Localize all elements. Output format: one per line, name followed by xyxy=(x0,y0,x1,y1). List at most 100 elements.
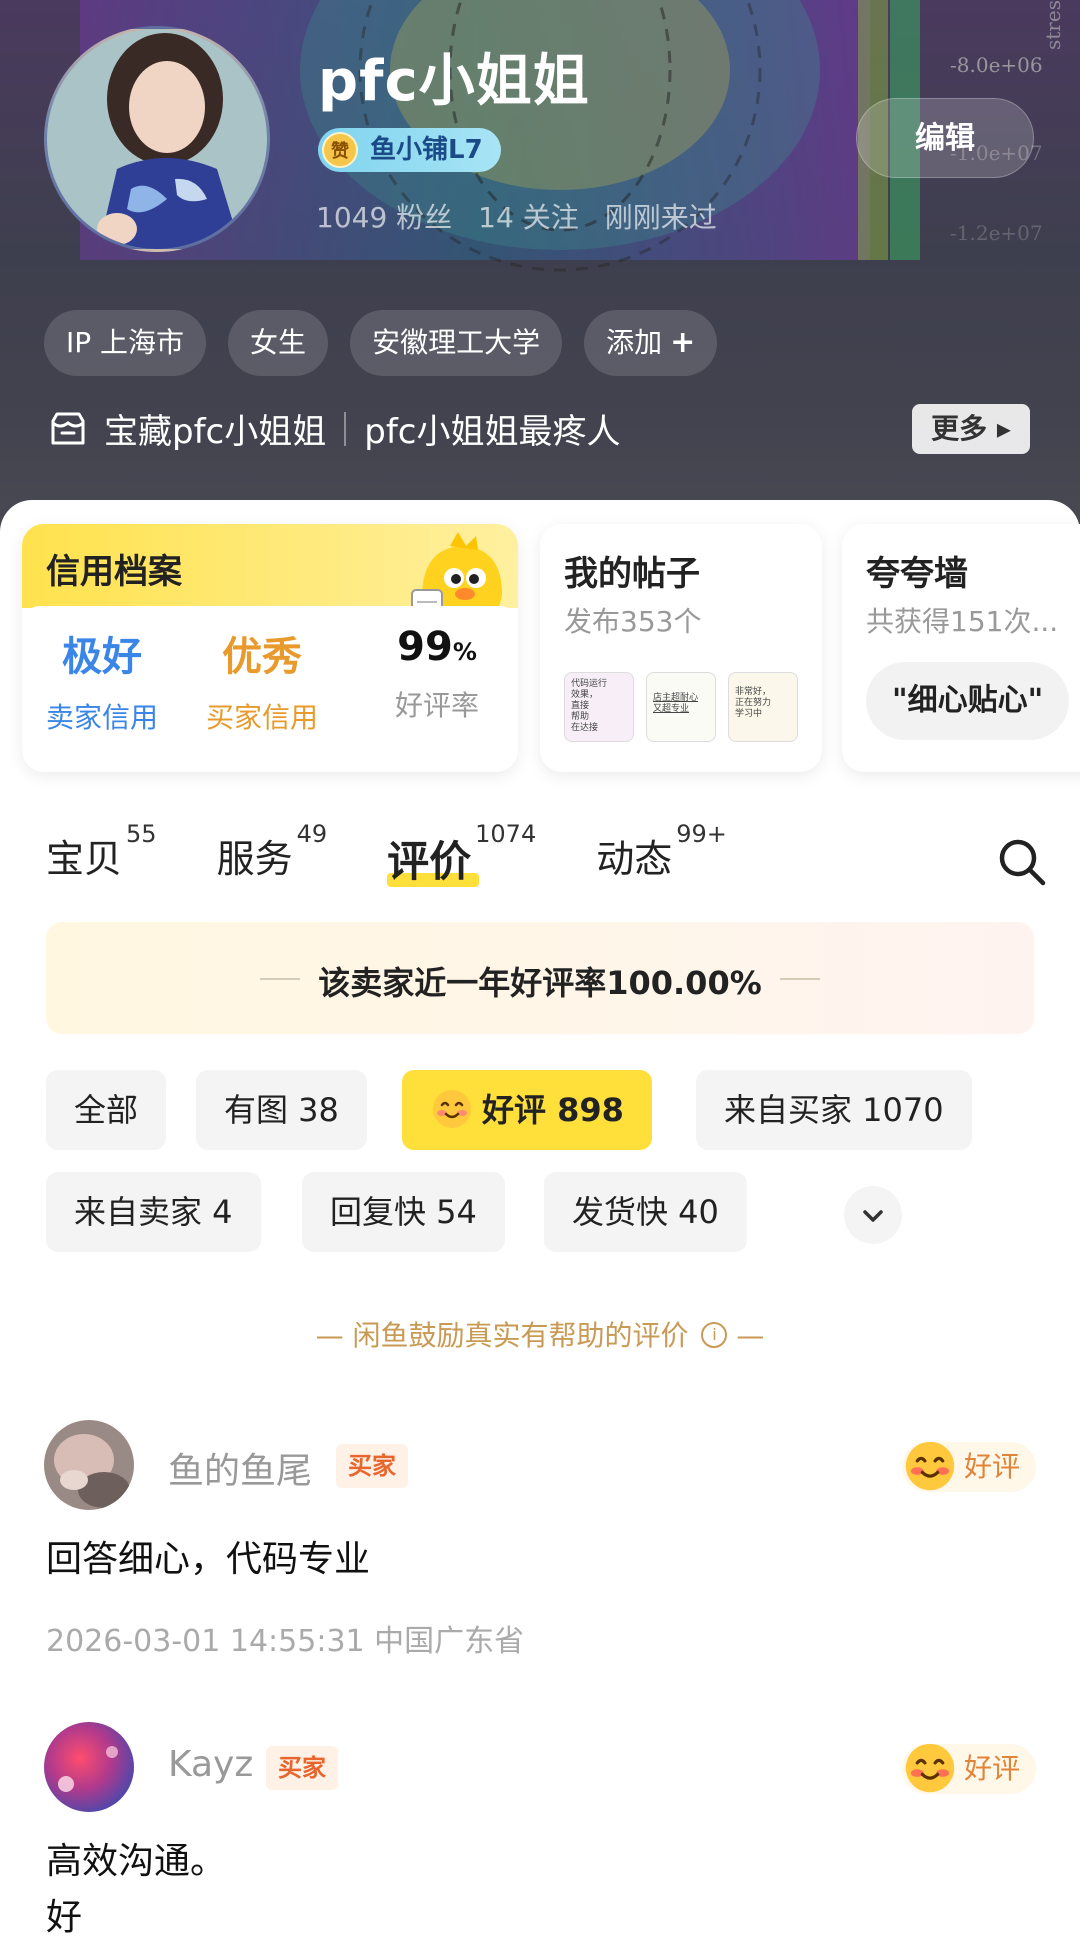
tab-label: 宝贝 xyxy=(46,837,123,881)
seller-level-badge[interactable]: 赞 鱼小铺L7 xyxy=(318,128,501,172)
profile-header: -8.0e+06 -1.0e+07 -1.2e+07 stress pfc小姐姐… xyxy=(0,0,1080,560)
filter-fast-shipping[interactable]: 发货快 40 xyxy=(544,1172,747,1252)
thumb-text: 店主超耐心 xyxy=(653,693,699,703)
smile-emoji-icon xyxy=(905,1743,955,1793)
post-thumbnail[interactable]: 代码运行 效果， 直接 帮助 在达接 xyxy=(564,672,634,742)
review-text-line: 高效沟通。 xyxy=(46,1841,227,1882)
add-tag-label: 添加 xyxy=(606,326,663,359)
shop-icon xyxy=(51,412,85,444)
tab-services[interactable]: 服务49 xyxy=(216,820,328,883)
positive-rate-banner-text: 该卖家近一年好评率100.00% xyxy=(318,964,762,1002)
svg-text:-8.0e+06: -8.0e+06 xyxy=(950,53,1043,77)
filter-fast-reply[interactable]: 回复快 54 xyxy=(302,1172,505,1252)
filter-positive[interactable]: 好评 898 xyxy=(402,1070,652,1150)
more-button[interactable]: 更多 ▸ xyxy=(912,404,1030,454)
my-posts-count: 发布353个 xyxy=(564,605,702,638)
info-icon[interactable]: i xyxy=(701,1322,728,1348)
review-text: 回答细心，代码专业 xyxy=(46,1539,371,1580)
followers-count[interactable]: 1049 粉丝 xyxy=(316,196,452,236)
rating-label: 好评 xyxy=(964,1450,1021,1483)
tab-activity[interactable]: 动态99+ xyxy=(596,820,727,883)
positive-rate-banner: 该卖家近一年好评率100.00% xyxy=(46,922,1034,1034)
post-thumbnails: 代码运行 效果， 直接 帮助 在达接 店主超耐心 又超专业 非常好， 正在努力 … xyxy=(564,672,798,742)
positive-rating-badge: 好评 xyxy=(902,1441,1037,1492)
smile-emoji-icon xyxy=(433,1090,471,1128)
edit-profile-button[interactable]: 编辑 xyxy=(856,98,1034,178)
buyer-credit: 优秀 买家信用 xyxy=(202,624,322,736)
reviewer-avatar[interactable] xyxy=(44,1722,134,1812)
profile-avatar[interactable] xyxy=(44,26,270,252)
filter-with-images[interactable]: 有图 38 xyxy=(196,1070,367,1150)
filter-all[interactable]: 全部 xyxy=(46,1070,167,1150)
tab-count: 99+ xyxy=(676,820,727,848)
encouragement-text: — 闲鱼鼓励真实有帮助的评价 xyxy=(315,1319,689,1352)
profile-stats: 1049 粉丝 14 关注 刚刚来过 xyxy=(316,196,717,236)
my-posts-card[interactable]: 我的帖子 发布353个 代码运行 效果， 直接 帮助 在达接 店主超耐心 又超专… xyxy=(540,524,822,772)
thumb-text: 效果， xyxy=(571,690,599,700)
review-meta: 2026-03-01 14:55:31 中国广东省 xyxy=(46,1624,525,1659)
avatar-portrait-image xyxy=(47,29,267,249)
shop-info-row[interactable]: 宝藏pfc小姐姐 pfc小姐姐最疼人 xyxy=(48,404,621,453)
profile-tags: IP 上海市 女生 安徽理工大学 添加 + xyxy=(44,310,718,376)
chevron-down-icon xyxy=(863,1210,883,1222)
review-text: 高效沟通。 好 xyxy=(46,1834,226,1943)
add-tag-button[interactable]: 添加 + xyxy=(584,310,718,376)
encouragement-tail: — xyxy=(736,1319,765,1352)
plus-icon: + xyxy=(670,325,696,360)
tab-label: 服务 xyxy=(216,837,293,881)
review-encouragement-note: — 闲鱼鼓励真实有帮助的评价 i — xyxy=(0,1314,1080,1354)
thumb-text: 学习中 xyxy=(735,709,763,719)
positive-rating-badge: 好评 xyxy=(902,1743,1037,1794)
tab-label: 评价 xyxy=(387,837,472,886)
thumb-text: 代码运行 xyxy=(571,679,608,689)
thumb-text: 直接 xyxy=(571,701,590,711)
praise-wall-card[interactable]: 夸夸墙 共获得151次... "细心贴心" xyxy=(842,524,1080,772)
tag-gender: 女生 xyxy=(228,310,329,376)
tab-reviews[interactable]: 评价1074 xyxy=(387,820,536,889)
tab-items[interactable]: 宝贝55 xyxy=(46,820,157,883)
buyer-credit-value: 优秀 xyxy=(222,634,302,680)
seller-credit-label: 卖家信用 xyxy=(45,701,158,734)
my-posts-title: 我的帖子 xyxy=(564,554,700,594)
thumb-text: 正在努力 xyxy=(735,698,772,708)
positive-rate-value: 99% xyxy=(382,624,492,670)
positive-rate-number: 99 xyxy=(397,624,453,670)
positive-rate: 99% 好评率 xyxy=(382,624,492,724)
credit-card-title: 信用档案 xyxy=(46,552,182,592)
seller-credit-value: 极好 xyxy=(62,634,142,680)
profile-tabs: 宝贝55 服务49 评价1074 动态99+ xyxy=(46,820,787,889)
svg-text:-1.2e+07: -1.2e+07 xyxy=(950,221,1043,245)
seller-credit: 极好 卖家信用 xyxy=(42,624,162,736)
buyer-tag: 买家 xyxy=(266,1746,338,1790)
thumb-text: 帮助 xyxy=(571,712,590,722)
review-text-line: 好 xyxy=(46,1897,83,1938)
reviewer-avatar[interactable] xyxy=(44,1420,134,1510)
following-count[interactable]: 14 关注 xyxy=(478,196,579,236)
credit-profile-card[interactable]: 信用档案 极好 卖家信用 优秀 买家信用 99% 好评率 xyxy=(22,524,518,772)
level-badge-label: 鱼小铺L7 xyxy=(370,135,483,165)
smile-emoji-icon xyxy=(905,1441,955,1491)
reviewer-avatar-image xyxy=(44,1722,134,1812)
tab-count: 55 xyxy=(126,820,157,848)
positive-rate-label: 好评率 xyxy=(394,689,479,722)
reviewer-name[interactable]: Kayz xyxy=(168,1744,253,1785)
search-icon[interactable] xyxy=(996,836,1048,888)
tab-label: 动态 xyxy=(596,837,673,881)
thumb-text: 又超专业 xyxy=(653,704,690,714)
thumb-text: 在达接 xyxy=(571,723,599,733)
like-medal-icon: 赞 xyxy=(322,132,358,168)
buyer-credit-label: 买家信用 xyxy=(205,701,318,734)
filter-from-seller[interactable]: 来自卖家 4 xyxy=(46,1172,261,1252)
tag-ip-location: IP 上海市 xyxy=(44,310,207,376)
reviewer-avatar-image xyxy=(44,1420,134,1510)
post-thumbnail[interactable]: 店主超耐心 又超专业 xyxy=(646,672,716,742)
expand-filters-button[interactable] xyxy=(844,1186,902,1244)
profile-username: pfc小姐姐 xyxy=(318,49,590,114)
filter-from-buyer[interactable]: 来自买家 1070 xyxy=(696,1070,972,1150)
thumb-text: 非常好， xyxy=(735,687,772,697)
reviewer-name[interactable]: 鱼的鱼尾 xyxy=(168,1442,312,1494)
svg-text:stress: stress xyxy=(1041,0,1065,50)
praise-keyword-pill: "细心贴心" xyxy=(866,662,1070,740)
tab-count: 49 xyxy=(296,820,328,848)
post-thumbnail[interactable]: 非常好， 正在努力 学习中 xyxy=(728,672,798,742)
